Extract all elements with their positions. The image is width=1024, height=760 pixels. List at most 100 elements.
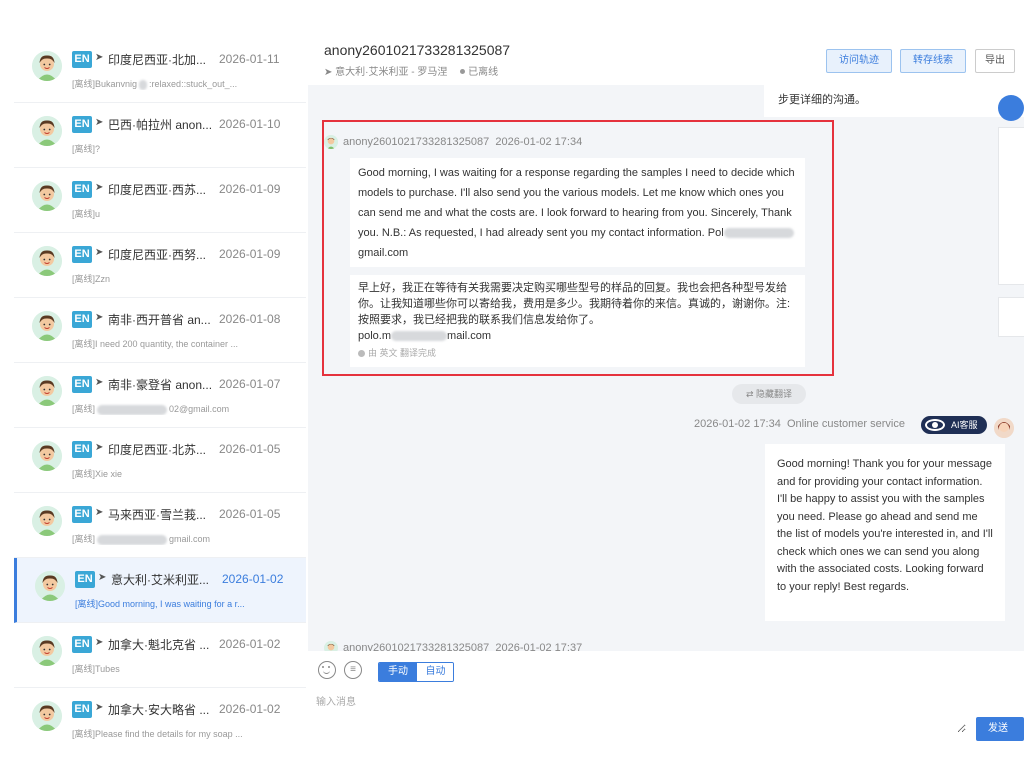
conversation-preview: [离线] 02@gmail.com [72, 402, 272, 415]
conversation-name: 南非·豪登省 anon... [108, 378, 213, 392]
translate-toggle-icon: ⇄ [745, 389, 757, 399]
redacted-text [97, 534, 168, 545]
conversation-preview: [离线]I need 200 quantity, the container .… [72, 337, 272, 350]
conversation-item[interactable]: EN ➤ 意大利·艾米利亚... 2026-01-02 [离线]Good morning… [14, 558, 306, 623]
conversation-item[interactable]: EN ➤ 印度尼西亚·西努... 2026-01-09 [离线]Zzn [14, 233, 306, 298]
avatar [32, 51, 62, 81]
visitor-sender-2: anony2601021733281325087 [343, 641, 490, 651]
status-tag: [离线] [72, 534, 96, 544]
reply-mode-toggle: 手动 自动 [378, 662, 454, 682]
conversation-preview: [离线] gmail.com [72, 532, 272, 545]
conversation-date: 2026-01-10 [219, 117, 281, 131]
conversation-name: 加拿大·魁北克省 ... [108, 638, 210, 652]
conversation-preview-text: Xie xie [95, 469, 123, 479]
language-badge: EN [75, 571, 95, 588]
conversation-item[interactable]: EN ➤ 印度尼西亚·北苏... 2026-01-05 [离线]Xie xie [14, 428, 306, 493]
conversation-item[interactable]: EN ➤ 南非·豪登省 anon... 2026-01-07 [离线] 02@gmail.… [14, 363, 306, 428]
status-tag: [离线] [72, 209, 96, 219]
translation-email-tail: mail.com [447, 330, 492, 342]
language-badge: EN [72, 51, 92, 68]
status-tag: [离线] [72, 469, 96, 479]
translation-note-text: 由 英文 翻译完成 [368, 348, 437, 358]
conversation-date: 2026-01-09 [219, 247, 281, 261]
assistant-float-icon[interactable] [998, 95, 1024, 121]
translate-icon [358, 350, 365, 358]
visitor-sender: anony2601021733281325087 [343, 135, 490, 148]
conversation-item[interactable]: EN ➤ 加拿大·安大略省 ... 2026-01-02 [离线]Please find… [14, 688, 306, 746]
conversation-list: EN ➤ 印度尼西亚·北加... 2026-01-11 [离线]Bukanvnig:re… [14, 38, 306, 746]
agent-message-partial: 步更详细的沟通。 [764, 85, 1024, 117]
language-badge: EN [72, 246, 92, 263]
save-lead-button[interactable]: 转存线索 [900, 49, 966, 73]
visitor-status: 已离线 [468, 67, 499, 78]
chat-messages[interactable]: 步更详细的沟通。 anony2601021733281325087 2026-0… [308, 85, 1024, 651]
translation-email-head: polo.m [358, 330, 392, 342]
location-arrow-icon: ➤ [95, 247, 104, 258]
language-badge: EN [72, 441, 92, 458]
conversation-name: 马来西亚·雪兰莪... [108, 508, 206, 522]
conversation-sidebar: EN ➤ 印度尼西亚·北加... 2026-01-11 [离线]Bukanvnig:re… [14, 38, 307, 746]
emoji-icon[interactable] [318, 661, 336, 679]
ai-badge-label: AI客服 [951, 420, 978, 430]
auto-mode-button[interactable]: 自动 [417, 663, 453, 681]
avatar [32, 246, 62, 276]
conversation-item[interactable]: EN ➤ 巴西·帕拉州 anon... 2026-01-10 [离线]? [14, 103, 306, 168]
conversation-preview: [离线]Bukanvnig:relaxed::stuck_out_... [72, 77, 272, 90]
conversation-date: 2026-01-09 [219, 182, 281, 196]
conversation-item[interactable]: EN ➤ 印度尼西亚·西苏... 2026-01-09 [离线]u [14, 168, 306, 233]
visitor-message-header-2: anony2601021733281325087 2026-01-02 17:3… [324, 641, 582, 651]
send-button[interactable]: 发送 [976, 717, 1024, 741]
conversation-name: 印度尼西亚·西苏... [108, 183, 206, 197]
conversation-date: 2026-01-05 [219, 507, 281, 521]
conversation-preview-text: Please find the details for my soap ... [95, 729, 243, 739]
avatar [32, 506, 62, 536]
hide-translation-chip[interactable]: ⇄ 隐藏翻译 [732, 384, 806, 404]
avatar [32, 311, 62, 341]
conversation-preview: [离线]u [72, 207, 272, 220]
visitor-message-header: anony2601021733281325087 2026-01-02 17:3… [324, 135, 582, 149]
language-badge: EN [72, 701, 92, 718]
visitor-message-bubble: Good morning, I was waiting for a respon… [350, 158, 805, 267]
status-tag: [离线] [72, 729, 96, 739]
visitor-meta: ➤ 意大利·艾米利亚 - 罗马涅 已离线 [324, 63, 498, 78]
conversation-item[interactable]: EN ➤ 南非·西开普省 an... 2026-01-08 [离线]I need 200… [14, 298, 306, 363]
location-arrow-icon: ➤ [95, 52, 104, 63]
export-button[interactable]: 导出 [975, 49, 1015, 73]
message-input[interactable] [316, 693, 966, 733]
conversation-preview-tail: :relaxed::stuck_out_... [149, 79, 238, 89]
side-panel[interactable] [998, 127, 1024, 285]
conversation-item[interactable]: EN ➤ 马来西亚·雪兰莪... 2026-01-05 [离线] gmail.com [14, 493, 306, 558]
status-tag: [离线] [72, 664, 96, 674]
agent-avatar [994, 418, 1014, 438]
conversation-date: 2026-01-08 [219, 312, 281, 326]
conversation-date: 2026-01-02 [219, 702, 281, 716]
conversation-item[interactable]: EN ➤ 印度尼西亚·北加... 2026-01-11 [离线]Bukanvnig:re… [14, 38, 306, 103]
conversation-preview-text: Tubes [95, 664, 120, 674]
location-arrow-icon: ➤ [95, 507, 104, 518]
manual-mode-button[interactable]: 手动 [379, 663, 417, 681]
status-tag: [离线] [72, 79, 96, 89]
eye-icon [925, 419, 945, 431]
quick-reply-icon[interactable]: ≡ [344, 661, 362, 679]
message-composer: ≡ 手动 自动 发送 [308, 651, 1024, 746]
side-panel-small[interactable] [998, 297, 1024, 337]
conversation-preview: [离线]? [72, 142, 272, 155]
agent-name: Online customer service [786, 418, 905, 430]
conversation-name: 印度尼西亚·北苏... [108, 443, 206, 457]
conversation-preview: [离线]Tubes [72, 662, 272, 675]
redacted-text [723, 228, 794, 239]
language-badge: EN [72, 181, 92, 198]
conversation-date: 2026-01-02 [222, 572, 284, 586]
status-tag: [离线] [72, 404, 96, 414]
language-badge: EN [72, 116, 92, 133]
visit-track-button[interactable]: 访问轨迹 [826, 49, 892, 73]
agent-message-header: 2026-01-02 17:34 Online customer service [694, 418, 905, 430]
conversation-date: 2026-01-05 [219, 442, 281, 456]
conversation-date: 2026-01-11 [219, 52, 280, 66]
status-tag: [离线] [72, 339, 96, 349]
language-badge: EN [72, 506, 92, 523]
avatar [35, 571, 65, 601]
location-arrow-icon: ➤ [95, 312, 104, 323]
conversation-item[interactable]: EN ➤ 加拿大·魁北克省 ... 2026-01-02 [离线]Tubes [14, 623, 306, 688]
conversation-name: 南非·西开普省 an... [108, 313, 211, 327]
